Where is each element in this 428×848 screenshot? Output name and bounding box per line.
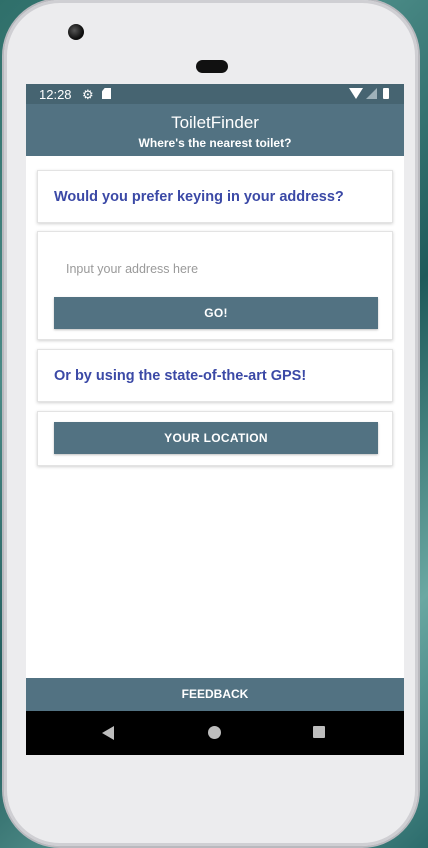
home-icon[interactable] <box>208 726 221 739</box>
app-subtitle: Where's the nearest toilet? <box>138 136 292 150</box>
address-heading-card: Would you prefer keying in your address? <box>37 170 393 223</box>
address-input[interactable] <box>54 254 374 284</box>
battery-icon <box>383 88 389 99</box>
recents-icon[interactable] <box>313 726 325 738</box>
gps-heading-card: Or by using the state-of-the-art GPS! <box>37 349 393 402</box>
status-time: 12:28 <box>39 87 72 102</box>
front-camera-icon <box>68 24 84 40</box>
status-bar: 12:28 ⚙ <box>26 84 404 104</box>
app-title: ToiletFinder <box>171 113 259 132</box>
wifi-icon <box>349 88 363 99</box>
sd-card-icon <box>102 88 111 99</box>
navigation-bar <box>26 711 404 755</box>
address-heading: Would you prefer keying in your address? <box>54 189 344 205</box>
gps-heading: Or by using the state-of-the-art GPS! <box>54 368 307 384</box>
back-icon[interactable] <box>102 726 114 740</box>
app-bar: ToiletFinder Where's the nearest toilet? <box>26 104 404 156</box>
address-input-card: GO! <box>37 231 393 340</box>
feedback-button[interactable]: FEEDBACK <box>26 678 404 711</box>
go-button[interactable]: GO! <box>54 297 378 329</box>
gear-icon: ⚙ <box>82 87 94 102</box>
location-card: YOUR LOCATION <box>37 411 393 466</box>
app-screen: 12:28 ⚙ ToiletFinder Where's the nearest… <box>26 84 404 755</box>
earpiece-speaker <box>196 60 228 73</box>
phone-frame: 12:28 ⚙ ToiletFinder Where's the nearest… <box>4 0 418 846</box>
your-location-button[interactable]: YOUR LOCATION <box>54 422 378 454</box>
signal-icon <box>366 88 377 99</box>
